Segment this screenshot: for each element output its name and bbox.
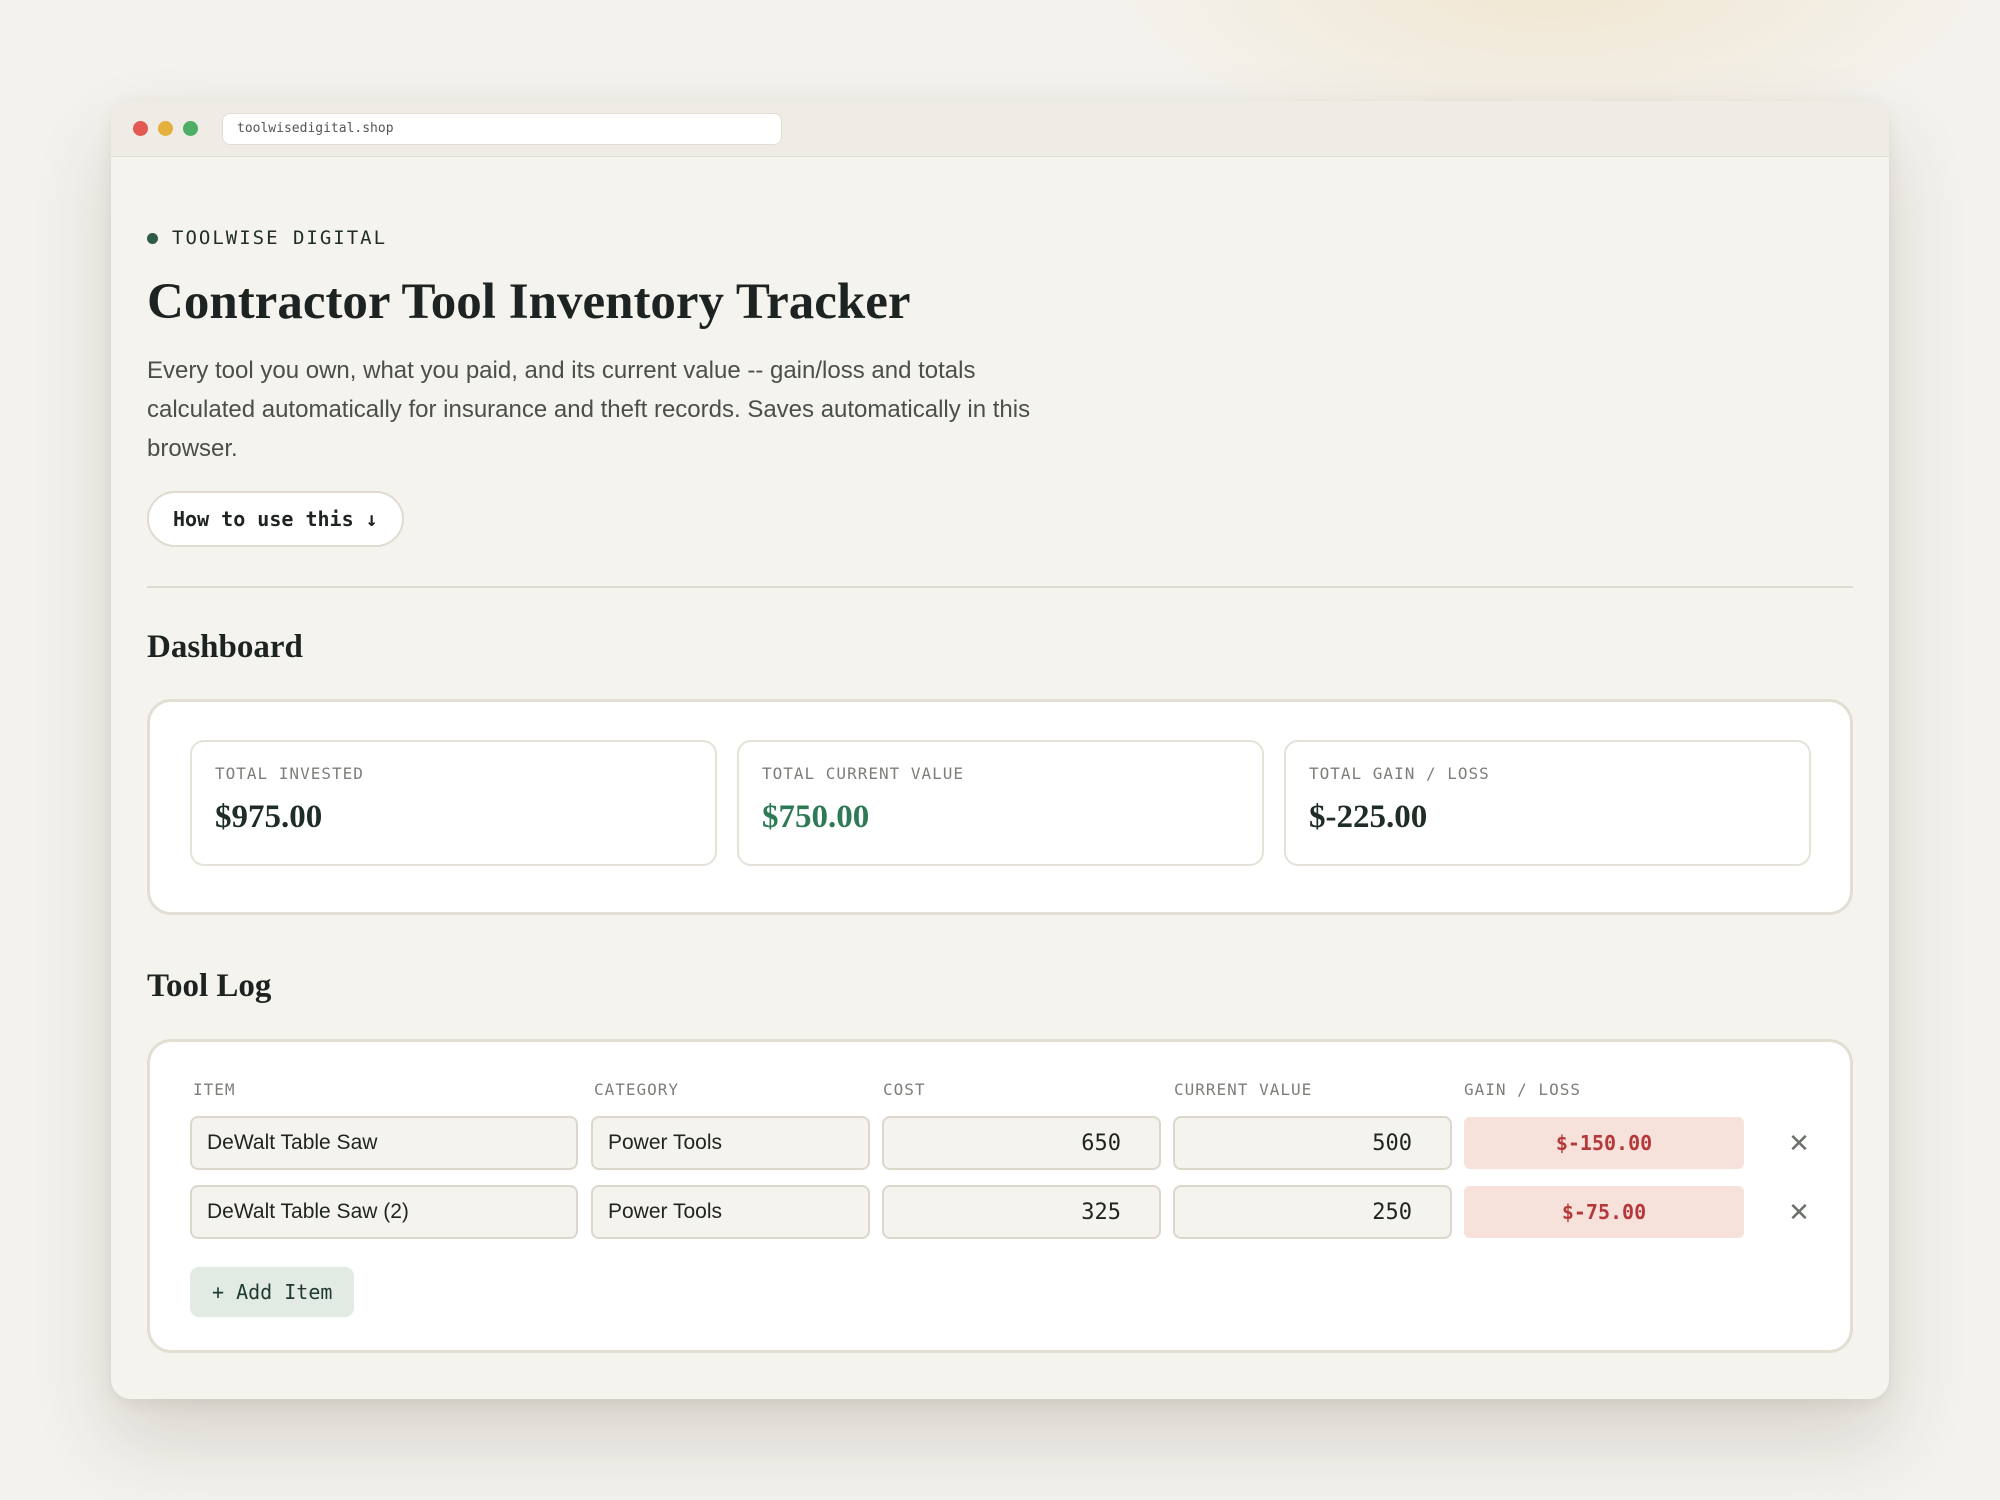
column-header-gain-loss: GAIN / LOSS: [1464, 1080, 1581, 1099]
stat-label: TOTAL GAIN / LOSS: [1309, 764, 1490, 783]
cost-input[interactable]: 325: [882, 1185, 1161, 1239]
stat-label: TOTAL INVESTED: [215, 764, 364, 783]
dashboard-heading: Dashboard: [147, 629, 303, 665]
tool-log-panel: ITEM CATEGORY COST CURRENT VALUE GAIN / …: [147, 1039, 1853, 1353]
stat-card-total-current-value: TOTAL CURRENT VALUE $750.00: [737, 740, 1264, 866]
add-item-button[interactable]: + Add Item: [190, 1267, 355, 1317]
stat-card-total-invested: TOTAL INVESTED $975.00: [190, 740, 717, 866]
category-input[interactable]: Power Tools: [591, 1116, 870, 1170]
close-window-icon[interactable]: [133, 121, 148, 136]
cost-input[interactable]: 650: [882, 1116, 1161, 1170]
minimize-window-icon[interactable]: [158, 121, 173, 136]
item-name-input[interactable]: DeWalt Table Saw (2): [190, 1185, 578, 1239]
dashboard-panel: TOTAL INVESTED $975.00 TOTAL CURRENT VAL…: [147, 699, 1853, 915]
page-title: Contractor Tool Inventory Tracker: [147, 274, 911, 330]
page-description: Every tool you own, what you paid, and i…: [147, 357, 1031, 462]
how-to-use-button[interactable]: How to use this ↓: [147, 491, 404, 547]
maximize-window-icon[interactable]: [183, 121, 198, 136]
remove-row-icon[interactable]: ✕: [1784, 1128, 1814, 1158]
category-input[interactable]: Power Tools: [591, 1185, 870, 1239]
brand-dot-icon: [147, 232, 158, 244]
browser-titlebar: toolwisedigital.shop: [111, 101, 1889, 157]
current-value-input[interactable]: 250: [1173, 1185, 1452, 1239]
column-header-item: ITEM: [193, 1080, 236, 1099]
gain-loss-badge: $-75.00: [1464, 1186, 1744, 1238]
brand: TOOLWISE DIGITAL: [147, 227, 387, 249]
column-header-current-value: CURRENT VALUE: [1174, 1080, 1313, 1099]
stat-value: $750.00: [762, 799, 870, 835]
browser-window: toolwisedigital.shop TOOLWISE DIGITAL Co…: [111, 101, 1889, 1399]
tool-log-heading: Tool Log: [147, 968, 272, 1004]
stat-value: $-225.00: [1309, 799, 1428, 835]
brand-name: TOOLWISE DIGITAL: [172, 227, 388, 249]
current-value-input[interactable]: 500: [1173, 1116, 1452, 1170]
address-bar[interactable]: toolwisedigital.shop: [222, 112, 782, 145]
stat-card-total-gain-loss: TOTAL GAIN / LOSS $-225.00: [1284, 740, 1811, 866]
section-divider: [147, 586, 1853, 588]
column-header-category: CATEGORY: [594, 1080, 680, 1099]
gain-loss-badge: $-150.00: [1464, 1117, 1744, 1169]
stat-value: $975.00: [215, 799, 323, 835]
stat-label: TOTAL CURRENT VALUE: [762, 764, 965, 783]
column-header-cost: COST: [883, 1080, 926, 1099]
remove-row-icon[interactable]: ✕: [1784, 1197, 1814, 1227]
item-name-input[interactable]: DeWalt Table Saw: [190, 1116, 578, 1170]
